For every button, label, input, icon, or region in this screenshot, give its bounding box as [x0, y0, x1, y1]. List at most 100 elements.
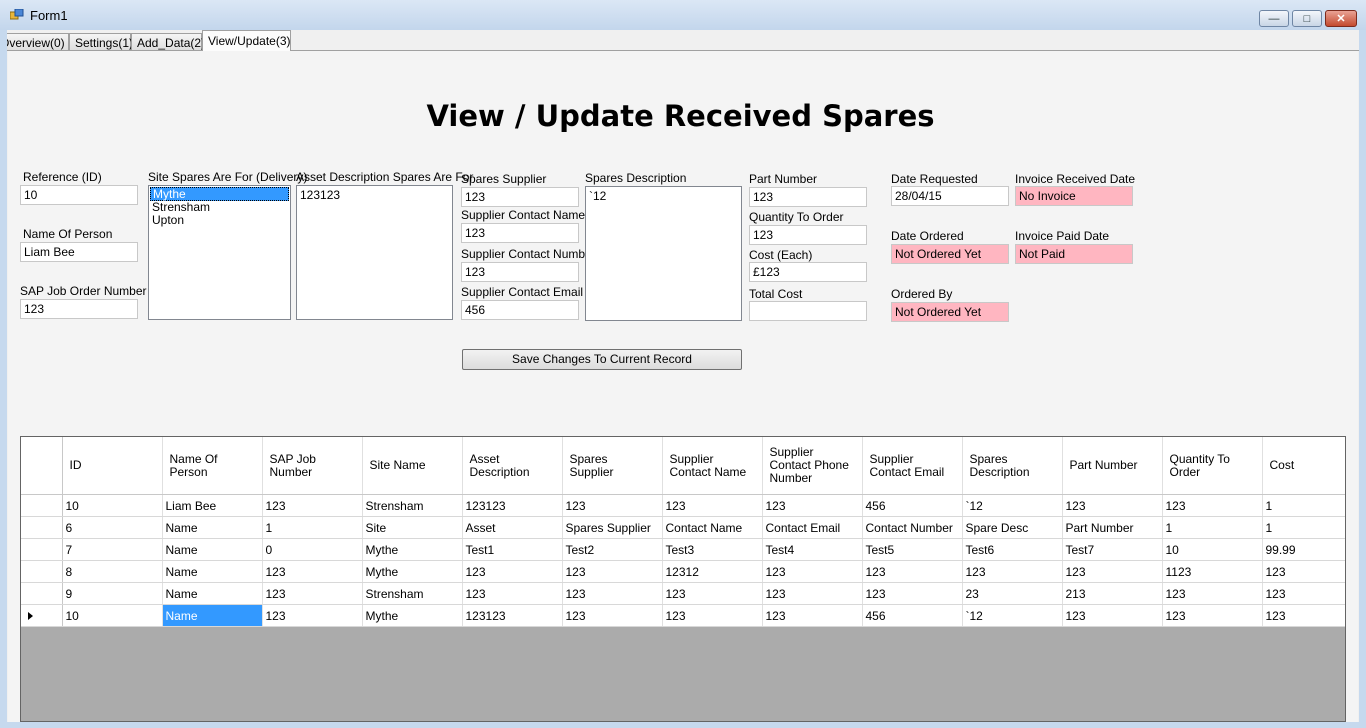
table-cell[interactable]: 99.99 — [1262, 538, 1345, 561]
table-cell[interactable]: 123 — [662, 582, 763, 605]
ordered-by-field[interactable]: Not Ordered Yet — [891, 302, 1009, 322]
column-header[interactable]: Supplier Contact Phone Number — [762, 437, 863, 495]
contact-email-field[interactable]: 456 — [461, 300, 579, 320]
table-cell[interactable]: 1 — [1262, 516, 1345, 539]
row-header[interactable] — [21, 516, 63, 539]
table-cell[interactable]: 23 — [962, 582, 1063, 605]
table-cell[interactable]: 123 — [862, 582, 963, 605]
column-header[interactable]: Name Of Person — [162, 437, 263, 495]
table-cell[interactable]: 123 — [1062, 560, 1163, 583]
table-row[interactable]: 9 Name 123 Strensham 123 123 123 123 123 23 213 123… — [21, 582, 1345, 605]
table-cell[interactable]: 123 — [1262, 560, 1345, 583]
row-header[interactable] — [21, 582, 63, 605]
site-item-mythe[interactable]: Mythe — [150, 187, 289, 201]
minimize-button[interactable]: — — [1259, 10, 1289, 27]
column-header[interactable]: ID — [62, 437, 163, 495]
table-cell[interactable]: Test3 — [662, 538, 763, 561]
date-ordered-field[interactable]: Not Ordered Yet — [891, 244, 1009, 264]
cost-field[interactable]: £123 — [749, 262, 867, 282]
site-item-upton[interactable]: Upton — [149, 214, 290, 227]
column-header[interactable]: Cost — [1262, 437, 1345, 495]
table-row[interactable]: 8 Name 123 Mythe 123 123 12312 123 123 123 123 1123… — [21, 560, 1345, 583]
table-cell[interactable]: 1 — [1162, 516, 1263, 539]
asset-field[interactable]: 123123 — [296, 185, 453, 320]
table-cell[interactable]: 7 — [62, 538, 163, 561]
table-cell[interactable]: 123 — [562, 494, 663, 517]
table-cell[interactable]: Test1 — [462, 538, 563, 561]
table-cell[interactable]: Name — [162, 516, 263, 539]
invoice-received-field[interactable]: No Invoice — [1015, 186, 1133, 206]
table-cell[interactable]: 123 — [462, 582, 563, 605]
total-cost-field[interactable] — [749, 301, 867, 321]
table-cell[interactable]: Liam Bee — [162, 494, 263, 517]
table-cell[interactable]: `12 — [962, 494, 1063, 517]
title-bar[interactable]: Form1 — □ ✕ — [0, 0, 1366, 30]
table-cell[interactable]: 213 — [1062, 582, 1163, 605]
column-header[interactable]: Asset Description — [462, 437, 563, 495]
records-grid[interactable]: ID Name Of Person SAP Job Number Site Name A… — [20, 436, 1346, 722]
tab-view-update[interactable]: View/Update(3) — [202, 30, 291, 51]
table-cell[interactable]: 123 — [562, 582, 663, 605]
table-cell[interactable]: Contact Email — [762, 516, 863, 539]
table-cell[interactable]: 123 — [1062, 604, 1163, 627]
table-cell[interactable]: Contact Number — [862, 516, 963, 539]
tab-add-data[interactable]: Add_Data(2) — [131, 33, 205, 50]
table-cell[interactable]: 123 — [1162, 604, 1263, 627]
table-row[interactable]: 10 Name 123 Mythe 123123 123 123 123 456 `12 123 12… — [21, 604, 1345, 627]
date-requested-field[interactable]: 28/04/15 — [891, 186, 1009, 206]
table-cell[interactable]: Name — [162, 582, 263, 605]
table-cell[interactable]: 123 — [462, 560, 563, 583]
table-cell[interactable]: 12312 — [662, 560, 763, 583]
row-header[interactable] — [21, 494, 63, 517]
save-changes-button[interactable]: Save Changes To Current Record — [462, 349, 742, 370]
table-cell[interactable]: 123 — [262, 604, 363, 627]
supplier-field[interactable]: 123 — [461, 187, 579, 207]
column-header[interactable]: Part Number — [1062, 437, 1163, 495]
table-cell[interactable]: 123 — [262, 494, 363, 517]
person-field[interactable]: Liam Bee — [20, 242, 138, 262]
table-cell[interactable]: 123 — [562, 560, 663, 583]
row-header[interactable] — [21, 604, 63, 627]
table-cell[interactable]: Mythe — [362, 538, 463, 561]
tab-overview[interactable]: Overview(0) — [7, 33, 69, 50]
table-cell[interactable]: 123 — [262, 560, 363, 583]
column-header[interactable]: Spares Supplier — [562, 437, 663, 495]
table-cell[interactable]: Part Number — [1062, 516, 1163, 539]
table-cell[interactable]: Name — [162, 604, 263, 627]
invoice-paid-field[interactable]: Not Paid — [1015, 244, 1133, 264]
table-cell[interactable]: 123 — [1062, 494, 1163, 517]
column-header[interactable]: SAP Job Number — [262, 437, 363, 495]
table-cell[interactable]: Mythe — [362, 604, 463, 627]
row-header[interactable] — [21, 560, 63, 583]
site-listbox[interactable]: Mythe Strensham Upton — [148, 185, 291, 320]
table-cell[interactable]: Test6 — [962, 538, 1063, 561]
reference-field[interactable]: 10 — [20, 185, 138, 205]
grid-corner-header[interactable] — [21, 437, 63, 495]
table-cell[interactable]: 456 — [862, 494, 963, 517]
table-cell[interactable]: Asset — [462, 516, 563, 539]
table-cell[interactable]: 123 — [762, 494, 863, 517]
tab-settings[interactable]: Settings(1) — [69, 33, 133, 50]
spares-desc-field[interactable]: `12 — [585, 186, 742, 321]
table-cell[interactable]: Spares Supplier — [562, 516, 663, 539]
table-cell[interactable]: 1123 — [1162, 560, 1263, 583]
table-cell[interactable]: 123 — [762, 582, 863, 605]
part-number-field[interactable]: 123 — [749, 187, 867, 207]
table-cell[interactable]: 123 — [562, 604, 663, 627]
table-cell[interactable]: Site — [362, 516, 463, 539]
table-cell[interactable]: 1 — [262, 516, 363, 539]
table-cell[interactable]: Test5 — [862, 538, 963, 561]
table-cell[interactable]: Name — [162, 560, 263, 583]
table-cell[interactable]: `12 — [962, 604, 1063, 627]
table-cell[interactable]: Name — [162, 538, 263, 561]
table-cell[interactable]: Test2 — [562, 538, 663, 561]
sap-field[interactable]: 123 — [20, 299, 138, 319]
table-cell[interactable]: 123 — [962, 560, 1063, 583]
table-cell[interactable]: 9 — [62, 582, 163, 605]
table-cell[interactable]: 10 — [1162, 538, 1263, 561]
table-cell[interactable]: 123 — [1262, 604, 1345, 627]
table-cell[interactable]: Strensham — [362, 494, 463, 517]
table-cell[interactable]: 123 — [1262, 582, 1345, 605]
contact-name-field[interactable]: 123 — [461, 223, 579, 243]
table-cell[interactable]: 123 — [762, 604, 863, 627]
